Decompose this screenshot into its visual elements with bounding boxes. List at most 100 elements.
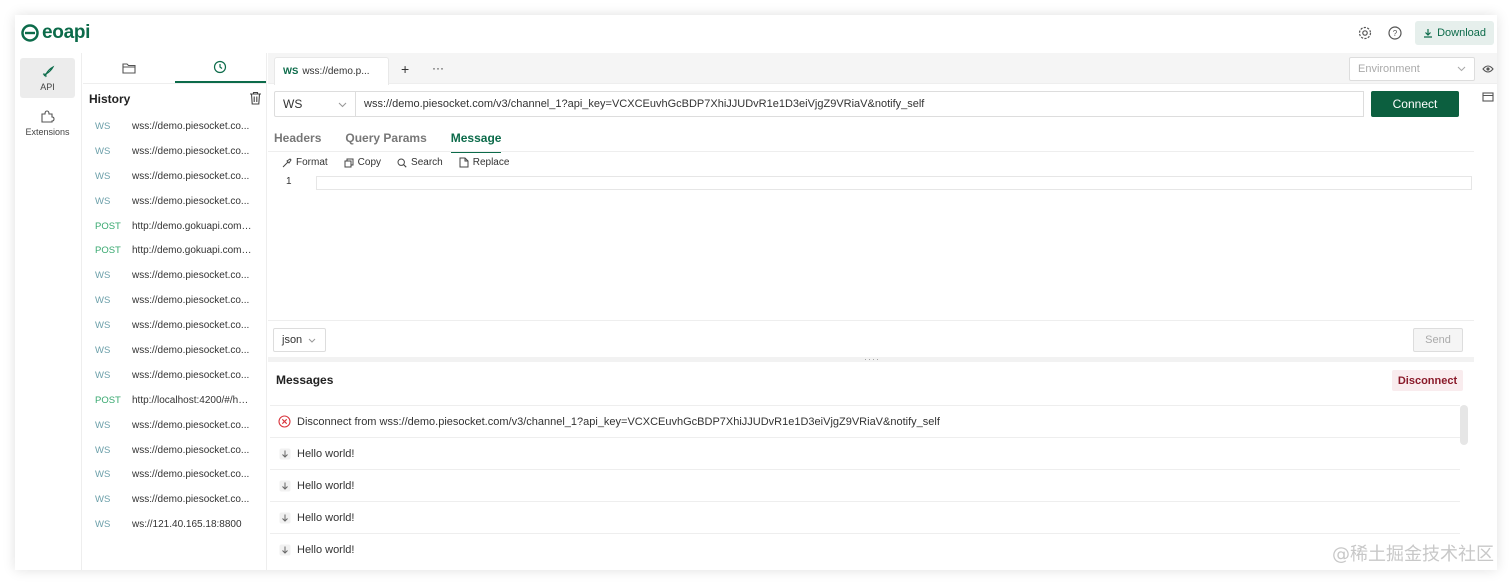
history-item[interactable]: WS wss://demo.piesocket.co...	[83, 114, 266, 139]
history-item[interactable]: POST http://demo.gokuapi.com:...	[83, 214, 266, 239]
history-panel: History WS wss://demo.piesocket.co... WS ws…	[83, 53, 267, 570]
history-item-method: WS	[95, 295, 111, 307]
help-icon[interactable]: ?	[1385, 23, 1405, 43]
message-editor[interactable]: 1	[274, 176, 1474, 190]
format-button[interactable]: Format	[282, 157, 328, 168]
rocket-icon	[42, 65, 54, 77]
history-header: History	[83, 84, 266, 114]
download-button[interactable]: Download	[1415, 21, 1494, 45]
message-item[interactable]: Hello world!	[270, 533, 1460, 565]
history-item-url: wss://demo.piesocket.co...	[132, 145, 250, 157]
main-workspace: WS wss://demo.p... + ··· Environment WS …	[268, 53, 1497, 570]
nav-item-label: Extensions	[25, 127, 70, 137]
protocol-select[interactable]: WS	[274, 91, 356, 117]
history-item[interactable]: WS wss://demo.piesocket.co...	[83, 288, 266, 313]
history-item[interactable]: WS ws://121.40.165.18:8800	[83, 512, 266, 537]
history-item[interactable]: WS wss://demo.piesocket.co...	[83, 139, 266, 164]
nav-item-label: API	[40, 81, 55, 92]
chevron-down-icon	[1457, 63, 1466, 75]
puzzle-icon	[41, 110, 55, 123]
history-item[interactable]: POST http://localhost:4200/#/ho...	[83, 388, 266, 413]
history-item[interactable]: WS wss://demo.piesocket.co...	[83, 438, 266, 463]
editor-toolbar: Format Copy Search Replace	[282, 157, 509, 168]
history-item[interactable]: WS wss://demo.piesocket.co...	[83, 263, 266, 288]
format-label: Format	[296, 157, 328, 168]
trash-icon[interactable]	[249, 91, 262, 108]
history-item[interactable]: WS wss://demo.piesocket.co...	[83, 462, 266, 487]
tab-collections[interactable]	[83, 53, 175, 83]
search-icon	[397, 157, 407, 168]
replace-label: Replace	[472, 157, 510, 168]
message-text: Hello world!	[297, 479, 355, 492]
folder-icon	[122, 63, 136, 74]
history-item-method: POST	[95, 245, 121, 257]
top-bar: eoapi ? Download	[15, 15, 1497, 53]
history-item-method: WS	[95, 344, 111, 356]
divider	[268, 151, 1474, 152]
history-item[interactable]: POST http://demo.gokuapi.com:...	[83, 238, 266, 263]
request-tab[interactable]: WS wss://demo.p...	[274, 57, 389, 85]
copy-icon	[344, 158, 354, 167]
history-item-method: WS	[95, 145, 111, 157]
nav-item-extensions[interactable]: Extensions	[20, 103, 75, 143]
request-tab-method: WS	[283, 66, 299, 77]
tab-history[interactable]	[174, 53, 266, 83]
search-label: Search	[411, 157, 443, 168]
format-select[interactable]: json	[273, 328, 326, 352]
nav-item-api[interactable]: API	[20, 58, 75, 98]
message-text: Disconnect from wss://demo.piesocket.com…	[297, 415, 940, 428]
history-item-url: ws://121.40.165.18:8800	[132, 519, 242, 531]
tab-query-params[interactable]: Query Params	[345, 131, 426, 153]
replace-icon	[459, 157, 469, 168]
history-item[interactable]: WS wss://demo.piesocket.co...	[83, 413, 266, 438]
search-button[interactable]: Search	[397, 157, 443, 168]
add-tab-button[interactable]: +	[401, 61, 409, 77]
message-item[interactable]: Hello world!	[270, 469, 1460, 501]
url-row: WS	[274, 91, 1364, 117]
eye-icon[interactable]	[1482, 63, 1494, 77]
environment-select[interactable]: Environment	[1349, 57, 1475, 81]
messages-title: Messages	[276, 373, 334, 387]
history-item-method: WS	[95, 270, 111, 282]
request-tab-title: wss://demo.p...	[302, 66, 370, 77]
history-item[interactable]: WS wss://demo.piesocket.co...	[83, 338, 266, 363]
history-list: WS wss://demo.piesocket.co... WS wss://demo…	[83, 114, 266, 537]
editor-active-line[interactable]	[316, 176, 1472, 190]
send-button[interactable]: Send	[1413, 328, 1463, 352]
history-item[interactable]: WS wss://demo.piesocket.co...	[83, 189, 266, 214]
line-number: 1	[286, 176, 292, 187]
disconnect-button[interactable]: Disconnect	[1392, 370, 1463, 391]
tab-message[interactable]: Message	[450, 131, 502, 153]
history-item-url: wss://demo.piesocket.co...	[132, 444, 250, 456]
connect-button[interactable]: Connect	[1371, 91, 1459, 117]
history-title: History	[89, 92, 131, 106]
history-item-method: POST	[95, 394, 121, 406]
chevron-down-icon	[308, 334, 316, 346]
history-item-url: wss://demo.piesocket.co...	[132, 369, 250, 381]
svg-text:?: ?	[1393, 29, 1398, 38]
drag-handle-icon[interactable]: ····	[864, 354, 880, 364]
more-tabs-button[interactable]: ···	[432, 61, 444, 75]
history-item-method: WS	[95, 519, 111, 531]
code-panel-icon[interactable]	[1482, 91, 1494, 105]
history-item-method: WS	[95, 120, 111, 132]
history-item[interactable]: WS wss://demo.piesocket.co...	[83, 164, 266, 189]
replace-button[interactable]: Replace	[459, 157, 510, 168]
history-item-method: WS	[95, 494, 111, 506]
url-input[interactable]	[356, 91, 1364, 117]
download-label: Download	[1437, 27, 1486, 39]
tab-headers[interactable]: Headers	[274, 131, 321, 153]
history-item-method: POST	[95, 220, 121, 232]
copy-button[interactable]: Copy	[344, 157, 381, 168]
message-item[interactable]: Hello world!	[270, 501, 1460, 533]
history-item[interactable]: WS wss://demo.piesocket.co...	[83, 363, 266, 388]
message-item[interactable]: Disconnect from wss://demo.piesocket.com…	[270, 405, 1460, 437]
side-icons	[1482, 63, 1494, 105]
history-item[interactable]: WS wss://demo.piesocket.co...	[83, 487, 266, 512]
scrollbar[interactable]	[1460, 405, 1468, 445]
message-text: Hello world!	[297, 543, 355, 556]
history-item[interactable]: WS wss://demo.piesocket.co...	[83, 313, 266, 338]
message-item[interactable]: Hello world!	[270, 437, 1460, 469]
history-item-url: wss://demo.piesocket.co...	[132, 494, 250, 506]
settings-icon[interactable]	[1355, 23, 1375, 43]
